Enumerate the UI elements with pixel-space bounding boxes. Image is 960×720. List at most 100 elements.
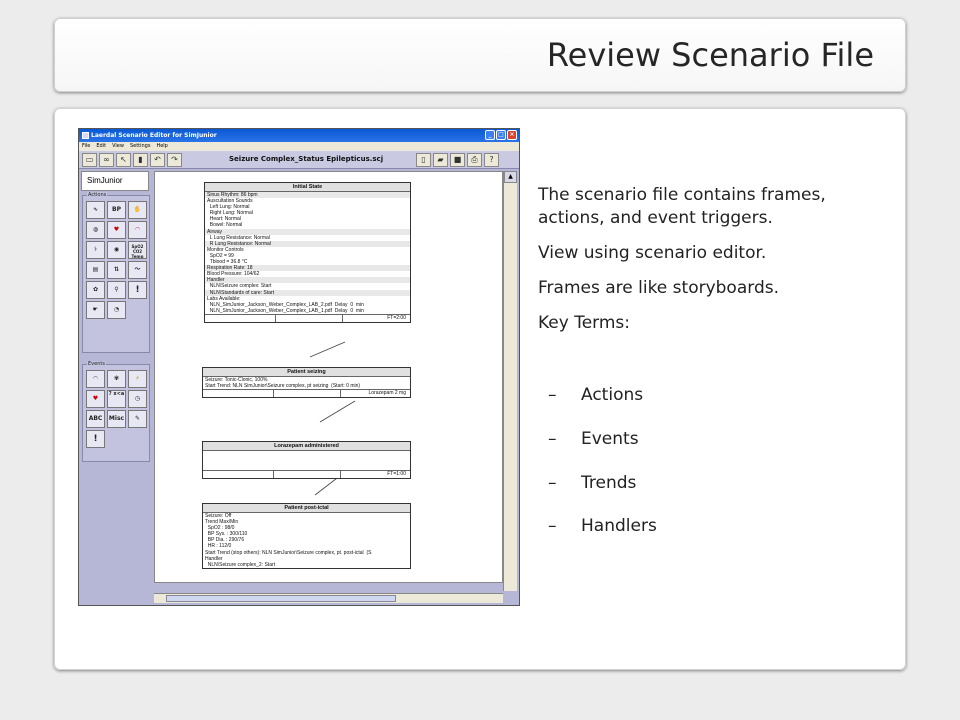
- scroll-up-icon[interactable]: ▲: [504, 171, 517, 183]
- footer-divider: [340, 471, 341, 478]
- frame-patient-seizing[interactable]: Patient seizing Seizure: Tonic-Clonic, 10…: [202, 367, 411, 399]
- menu-view[interactable]: View: [112, 142, 124, 151]
- frame-title: Initial State: [205, 183, 410, 192]
- palette-icon[interactable]: ✾: [107, 370, 126, 388]
- paragraph-1-line-2: actions, and event triggers.: [538, 208, 773, 228]
- minimize-button[interactable]: _: [485, 130, 495, 140]
- footer-divider: [275, 314, 276, 322]
- footer-divider: [273, 471, 274, 478]
- menu-file[interactable]: File: [82, 142, 90, 151]
- blood-icon[interactable]: ▤: [86, 261, 105, 279]
- events-group: Events ◠ ✾ ⚡ ♥ ? x<a ◷ ABC Misc ✎ !: [82, 361, 150, 462]
- key-term-events: – Events: [548, 429, 639, 449]
- undo-icon[interactable]: ↶: [150, 152, 165, 167]
- new-file-icon[interactable]: ▯: [416, 153, 431, 167]
- lungs-icon[interactable]: ◍: [86, 221, 105, 239]
- title-panel: Review Scenario File: [54, 18, 906, 92]
- footer-divider: [273, 390, 274, 398]
- delete-icon[interactable]: ▮: [133, 152, 148, 167]
- abc-button[interactable]: ABC: [86, 410, 105, 428]
- footer-divider: [342, 314, 343, 322]
- frame-footer: FT=1:00: [203, 470, 410, 478]
- alert-event-button[interactable]: !: [86, 430, 105, 448]
- pointer-icon[interactable]: ↖: [116, 152, 131, 167]
- condition-button[interactable]: ? x<a: [107, 390, 126, 408]
- link-icon[interactable]: ∞: [99, 152, 114, 167]
- frame-footer-label: FT=2:00: [387, 314, 406, 321]
- alert-button[interactable]: !: [128, 281, 147, 299]
- misc-button[interactable]: Misc: [107, 410, 126, 428]
- trend-icon[interactable]: 〜: [128, 261, 147, 279]
- key-term-actions: – Actions: [548, 385, 643, 405]
- dash: –: [548, 473, 557, 493]
- events-label: Events: [87, 361, 106, 367]
- arrows-icon[interactable]: ⇅: [107, 261, 126, 279]
- hand-2-icon[interactable]: ☛: [86, 301, 105, 319]
- left-palette: SimJunior Actions ∿ BP ✋ ◍ ♥ ◠ ⚕ ◉ SpO2 …: [81, 171, 151, 601]
- key-term-label: Handlers: [581, 516, 657, 536]
- frame-title: Patient post-ictal: [203, 504, 410, 513]
- spo2-button[interactable]: SpO2 CO2 Temp: [128, 241, 147, 259]
- lightning-icon[interactable]: ⚡: [128, 370, 147, 388]
- shape-icon[interactable]: ◠: [86, 370, 105, 388]
- frame-title: Lorazepam administered: [203, 442, 410, 451]
- pulse-icon[interactable]: ⚕: [86, 241, 105, 259]
- clock-icon[interactable]: ◷: [128, 390, 147, 408]
- key-term-trends: – Trends: [548, 473, 636, 493]
- pen-icon[interactable]: ✎: [128, 410, 147, 428]
- scenario-title: Seizure Complex_Status Epilepticus.scj: [229, 155, 384, 163]
- frame-body: [203, 451, 410, 470]
- footer-divider: [340, 390, 341, 398]
- help-icon[interactable]: ?: [484, 153, 499, 167]
- frame-footer-label: FT=1:00: [387, 471, 406, 477]
- vertical-scrollbar[interactable]: ▲: [503, 171, 517, 591]
- heart-icon[interactable]: ♥: [107, 221, 126, 239]
- paragraph-3: Frames are like storyboards.: [538, 278, 779, 298]
- menu-help[interactable]: Help: [156, 142, 167, 151]
- paragraph-4: Key Terms:: [538, 313, 631, 333]
- slide-title: Review Scenario File: [546, 36, 874, 74]
- app-icon: [82, 132, 89, 139]
- toolbar: ▭ ∞ ↖ ▮ ↶ ↷ Seizure Complex_Status Epile…: [79, 151, 519, 169]
- heart-rhythm-icon[interactable]: ∿: [86, 201, 105, 219]
- settings-icon[interactable]: ✿: [86, 281, 105, 299]
- frame-patient-post-ictal[interactable]: Patient post-ictal Seizure: Off Trend Max/…: [202, 503, 411, 569]
- heart-down-icon[interactable]: ♥: [86, 390, 105, 408]
- monitor-icon[interactable]: ▭: [82, 152, 97, 167]
- paragraph-2: View using scenario editor.: [538, 243, 767, 263]
- lips-icon[interactable]: ◠: [128, 221, 147, 239]
- key-term-handlers: – Handlers: [548, 516, 657, 536]
- frame-lorazepam-administered[interactable]: Lorazepam administered FT=1:00: [202, 441, 411, 479]
- print-icon[interactable]: ⎙: [467, 153, 482, 167]
- window-titlebar: Laerdal Scenario Editor for SimJunior _ …: [79, 129, 519, 142]
- frame-title: Patient seizing: [203, 368, 410, 377]
- actions-group: Actions ∿ BP ✋ ◍ ♥ ◠ ⚕ ◉ SpO2 CO2 Temp ▤…: [82, 192, 150, 353]
- save-icon[interactable]: ■: [450, 153, 465, 167]
- skin-icon[interactable]: ◔: [107, 301, 126, 319]
- open-folder-icon[interactable]: ▰: [433, 153, 448, 167]
- key-term-label: Trends: [581, 473, 637, 493]
- dash: –: [548, 516, 557, 536]
- key-term-label: Actions: [581, 385, 644, 405]
- frame-footer: Lorazepam 2 mg: [203, 389, 410, 398]
- eye-icon[interactable]: ◉: [107, 241, 126, 259]
- frame-line: NLN\Seizure complex_2: Start: [205, 561, 276, 568]
- menu-bar: File Edit View Settings Help: [79, 142, 519, 151]
- menu-settings[interactable]: Settings: [130, 142, 151, 151]
- maximize-button[interactable]: □: [496, 130, 506, 140]
- simulator-label: SimJunior: [81, 171, 149, 191]
- slide-text: The scenario file contains frames, actio…: [538, 184, 826, 335]
- redo-icon[interactable]: ↷: [167, 152, 182, 167]
- frame-footer-label: Lorazepam 2 mg: [368, 390, 406, 397]
- frame-initial-state[interactable]: Initial State Sinus Rhythm: 86 bpm Auscult…: [204, 182, 411, 323]
- frame-footer: FT=2:00: [205, 313, 410, 322]
- hand-icon[interactable]: ✋: [128, 201, 147, 219]
- horizontal-scrollbar[interactable]: [154, 593, 503, 603]
- menu-edit[interactable]: Edit: [96, 142, 106, 151]
- window-title: Laerdal Scenario Editor for SimJunior: [91, 132, 217, 139]
- drops-icon[interactable]: ⚲: [107, 281, 126, 299]
- close-button[interactable]: ×: [507, 130, 517, 140]
- bp-button[interactable]: BP: [107, 201, 126, 219]
- scroll-thumb[interactable]: [166, 595, 396, 602]
- dash: –: [548, 385, 557, 405]
